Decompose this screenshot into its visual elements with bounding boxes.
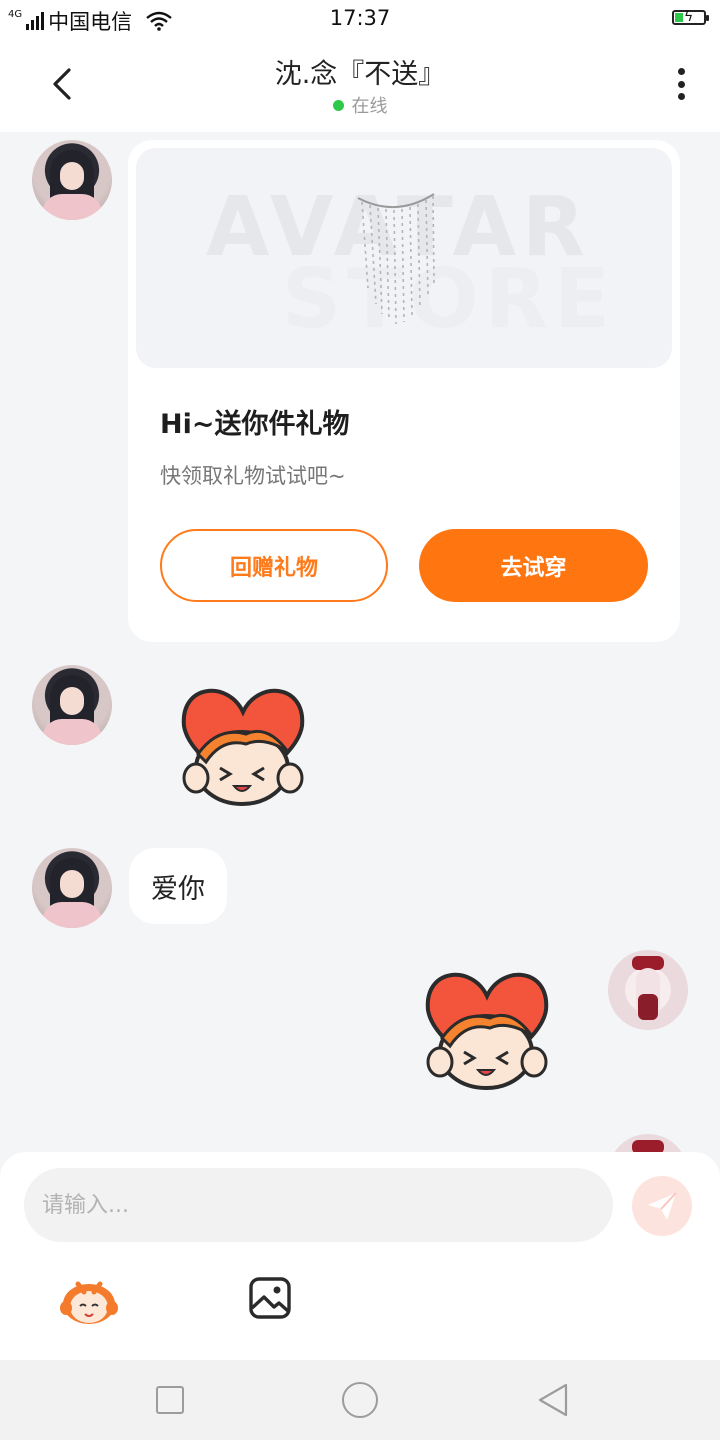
- chat-header: 沈.念『不送』 在线: [0, 40, 720, 132]
- gift-card-title: Hi~送你件礼物: [160, 409, 350, 440]
- gift-preview-image[interactable]: AVATAR STORE: [136, 148, 672, 368]
- recent-apps-icon[interactable]: [156, 1386, 184, 1414]
- gift-card-subtitle: 快领取礼物试试吧~: [160, 464, 346, 488]
- composer-panel: [0, 1152, 720, 1360]
- image-icon[interactable]: [248, 1276, 292, 1320]
- return-gift-button[interactable]: 回赠礼物: [160, 529, 388, 602]
- home-icon[interactable]: [342, 1382, 378, 1418]
- watermark-store: STORE: [282, 252, 616, 347]
- bead-curtain-accessory-icon: [357, 193, 435, 325]
- back-icon[interactable]: [536, 1382, 570, 1418]
- contact-avatar[interactable]: [32, 848, 112, 928]
- more-vertical-icon[interactable]: [668, 64, 694, 104]
- try-on-button[interactable]: 去试穿: [419, 529, 648, 602]
- online-status: 在线: [0, 92, 720, 118]
- system-nav-bar: [0, 1360, 720, 1440]
- battery-charging-icon: ϟ: [672, 9, 709, 25]
- message-bubble[interactable]: 爱你: [129, 848, 227, 924]
- my-avatar[interactable]: [608, 950, 688, 1030]
- love-heart-sticker-icon[interactable]: [168, 682, 318, 808]
- sticker-icon[interactable]: [58, 1274, 120, 1326]
- gift-card: AVATAR STORE Hi~送你件礼物 快领取礼物试试吧~ 回赠礼物 去试穿: [128, 140, 680, 642]
- send-icon[interactable]: [632, 1176, 692, 1236]
- contact-name: 沈.念『不送』: [274, 59, 446, 90]
- status-bar: 4G 中国电信 17:37 ϟ: [0, 0, 720, 40]
- online-dot-icon: [332, 99, 344, 111]
- clock: 17:37: [329, 6, 391, 30]
- contact-avatar[interactable]: [32, 665, 112, 745]
- online-status-label: 在线: [351, 96, 388, 117]
- love-heart-sticker-icon[interactable]: [412, 966, 562, 1092]
- contact-avatar[interactable]: [32, 140, 112, 220]
- message-input[interactable]: [24, 1168, 613, 1242]
